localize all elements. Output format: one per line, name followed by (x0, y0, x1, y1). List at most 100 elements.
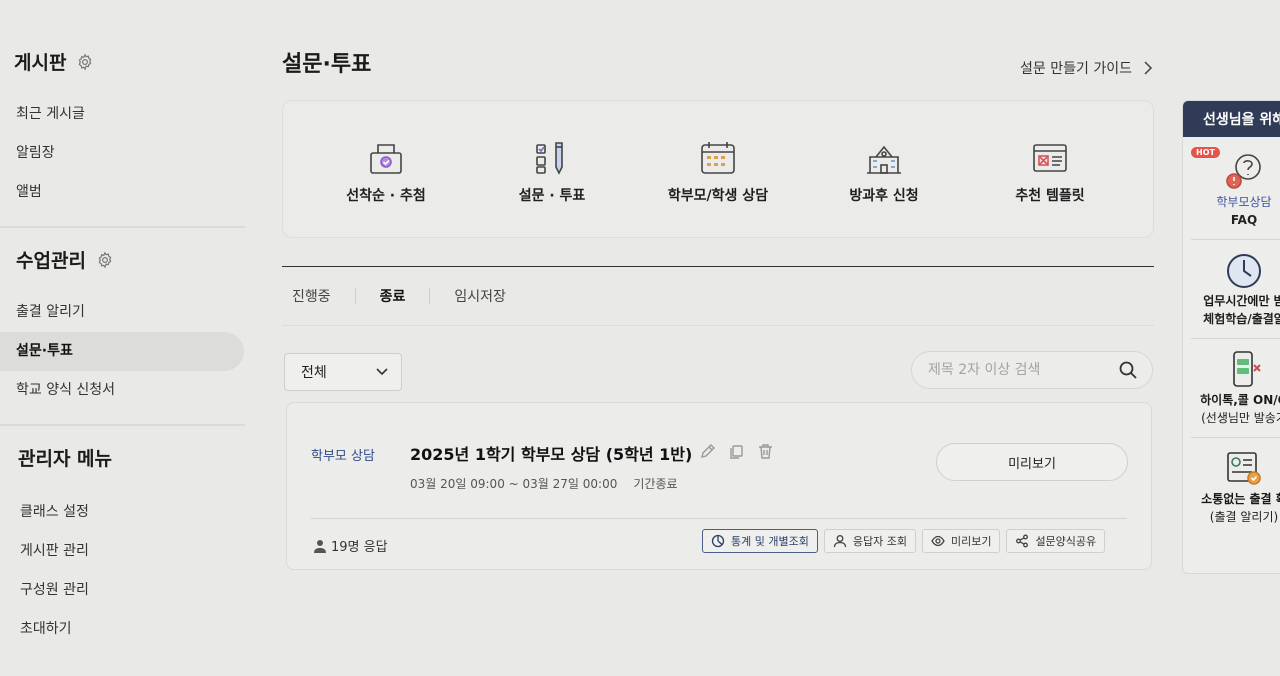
share-chip[interactable]: 설문양식공유 (1006, 529, 1105, 553)
response-count: 19명 응답 (313, 536, 388, 555)
survey-card-actions (699, 443, 774, 460)
sidebar-item-notice[interactable]: 알림장 (14, 134, 245, 173)
help-item-line1: 하이톡,콜 ON/O (1200, 391, 1280, 409)
tab-ended[interactable]: 종료 (380, 286, 430, 306)
preview-chip-label: 미리보기 (951, 533, 991, 549)
sidebar-board-header: 게시판 (14, 48, 245, 75)
help-item-line1: 업무시간에만 받 (1203, 292, 1280, 310)
search-box (911, 351, 1153, 389)
sidebar-item-school-forms[interactable]: 학교 양식 신청서 (14, 371, 245, 410)
copy-icon[interactable] (728, 443, 745, 460)
help-item-consult-faq[interactable]: 학부모상담 FAQ (1183, 151, 1280, 229)
help-item-line2: 체험학습/출결알 (1203, 310, 1280, 328)
sidebar-board-title: 게시판 (14, 48, 66, 75)
school-icon (864, 139, 904, 177)
share-chip-label: 설문양식공유 (1035, 533, 1096, 549)
sidebar-divider (0, 226, 245, 228)
sidebar-item-invite[interactable]: 초대하기 (18, 610, 245, 649)
quick-item-survey-vote[interactable]: 설문 · 투표 (477, 101, 627, 237)
tab-in-progress[interactable]: 진행중 (292, 286, 355, 306)
preview-chip[interactable]: 미리보기 (922, 529, 1000, 553)
sidebar-class-header: 수업관리 (14, 246, 245, 273)
quick-item-label: 방과후 신청 (849, 185, 918, 205)
sidebar-item-album[interactable]: 앨범 (14, 173, 245, 212)
sidebar-admin-header: 관리자 메뉴 (18, 444, 245, 471)
share-icon (1015, 534, 1029, 548)
chevron-down-icon (375, 367, 389, 377)
gear-icon[interactable] (96, 251, 114, 269)
edit-pencil-icon[interactable] (699, 443, 716, 460)
sidebar-divider (0, 424, 245, 426)
pie-chart-icon (711, 534, 725, 548)
sidebar-board-section: 게시판 최근 게시글 알림장 앨범 (0, 0, 245, 212)
sidebar-admin-title: 관리자 메뉴 (18, 444, 112, 471)
survey-category: 학부모 상담 (311, 445, 375, 464)
user-outline-icon (833, 534, 847, 548)
phone-message-icon (1222, 349, 1266, 391)
tab-separator (429, 288, 430, 304)
quick-item-label: 선착순 · 추첨 (346, 185, 425, 205)
quick-item-label: 학부모/학생 상담 (668, 185, 768, 205)
quick-item-templates[interactable]: 추천 템플릿 (975, 101, 1125, 237)
template-icon (1030, 139, 1070, 177)
category-filter-value: 전체 (301, 362, 327, 382)
help-divider (1191, 338, 1280, 339)
sidebar-item-board-mgmt[interactable]: 게시판 관리 (18, 532, 245, 571)
calendar-icon (698, 139, 738, 177)
search-input[interactable] (928, 362, 1108, 378)
sidebar-item-attendance[interactable]: 출결 알리기 (14, 293, 245, 332)
section-divider (282, 266, 1154, 267)
help-item-attendance-check[interactable]: 소통없는 출결 확 (출결 알리기) (1183, 448, 1280, 526)
quick-item-consultation[interactable]: 학부모/학생 상담 (643, 101, 793, 237)
respondents-chip-label: 응답자 조회 (853, 533, 907, 549)
person-icon (313, 539, 327, 553)
category-filter-select[interactable]: 전체 (284, 353, 402, 391)
sidebar: 게시판 최근 게시글 알림장 앨범 수업관리 출결 알리기 설문·투표 학교 양… (0, 0, 245, 676)
help-item-hitalk-call[interactable]: 하이톡,콜 ON/O (선생님만 발송가 (1183, 349, 1280, 427)
sidebar-class-section: 수업관리 출결 알리기 설문·투표 학교 양식 신청서 (0, 246, 245, 410)
help-item-line2: (선생님만 발송가 (1201, 409, 1280, 427)
trash-icon[interactable] (757, 443, 774, 460)
quick-item-label: 설문 · 투표 (519, 185, 586, 205)
quick-create-panel: 선착순 · 추첨 설문 · 투표 학부모/학생 상담 방과후 신청 추천 템플릿 (282, 100, 1154, 238)
survey-period: 03월 20일 09:00 ~ 03월 27일 00:00 기간종료 (410, 475, 678, 492)
stats-chip[interactable]: 통계 및 개별조회 (702, 529, 818, 553)
tab-drafts[interactable]: 임시저장 (454, 286, 530, 306)
survey-status-badge: 기간종료 (633, 475, 677, 492)
survey-guide-link[interactable]: 설문 만들기 가이드 (1020, 58, 1154, 78)
help-item-line2: FAQ (1231, 211, 1257, 229)
status-tabs: 진행중 종료 임시저장 (292, 286, 530, 306)
clock-icon (1222, 250, 1266, 292)
checklist-pencil-icon (532, 139, 572, 177)
sidebar-class-title: 수업관리 (16, 246, 86, 273)
search-icon[interactable] (1118, 360, 1138, 380)
sidebar-item-member-mgmt[interactable]: 구성원 관리 (18, 571, 245, 610)
gear-icon[interactable] (76, 53, 94, 71)
sidebar-item-recent-posts[interactable]: 최근 게시글 (14, 95, 245, 134)
help-divider (1191, 239, 1280, 240)
eye-icon (931, 534, 945, 548)
respondents-chip[interactable]: 응답자 조회 (824, 529, 916, 553)
question-bubble-icon (1222, 151, 1266, 193)
sidebar-item-class-settings[interactable]: 클래스 설정 (18, 493, 245, 532)
chevron-right-icon (1142, 61, 1154, 75)
survey-title[interactable]: 2025년 1학기 학부모 상담 (5학년 1반) (410, 441, 692, 465)
tabs-divider (282, 325, 1154, 326)
sidebar-item-survey[interactable]: 설문·투표 (0, 332, 244, 371)
hot-badge: HOT (1191, 147, 1220, 158)
attendance-card-icon (1222, 448, 1266, 490)
ballot-box-icon (366, 139, 406, 177)
quick-item-afterschool[interactable]: 방과후 신청 (809, 101, 959, 237)
quick-item-first-come-draw[interactable]: 선착순 · 추첨 (311, 101, 461, 237)
help-item-line1: 학부모상담 (1216, 193, 1271, 211)
preview-button[interactable]: 미리보기 (936, 443, 1128, 481)
help-item-work-hours[interactable]: 업무시간에만 받 체험학습/출결알 (1183, 250, 1280, 328)
card-divider (311, 518, 1127, 519)
survey-tool-chips: 통계 및 개별조회 응답자 조회 미리보기 설문양식공유 (702, 529, 1105, 553)
survey-date-range: 03월 20일 09:00 ~ 03월 27일 00:00 (410, 475, 617, 492)
page-title: 설문·투표 (282, 46, 371, 78)
teacher-help-panel: 선생님을 위해 HOT 학부모상담 FAQ 업무시간에만 받 체험학습/출결알 … (1182, 100, 1280, 574)
stats-chip-label: 통계 및 개별조회 (731, 533, 809, 549)
help-divider (1191, 437, 1280, 438)
quick-item-label: 추천 템플릿 (1015, 185, 1084, 205)
